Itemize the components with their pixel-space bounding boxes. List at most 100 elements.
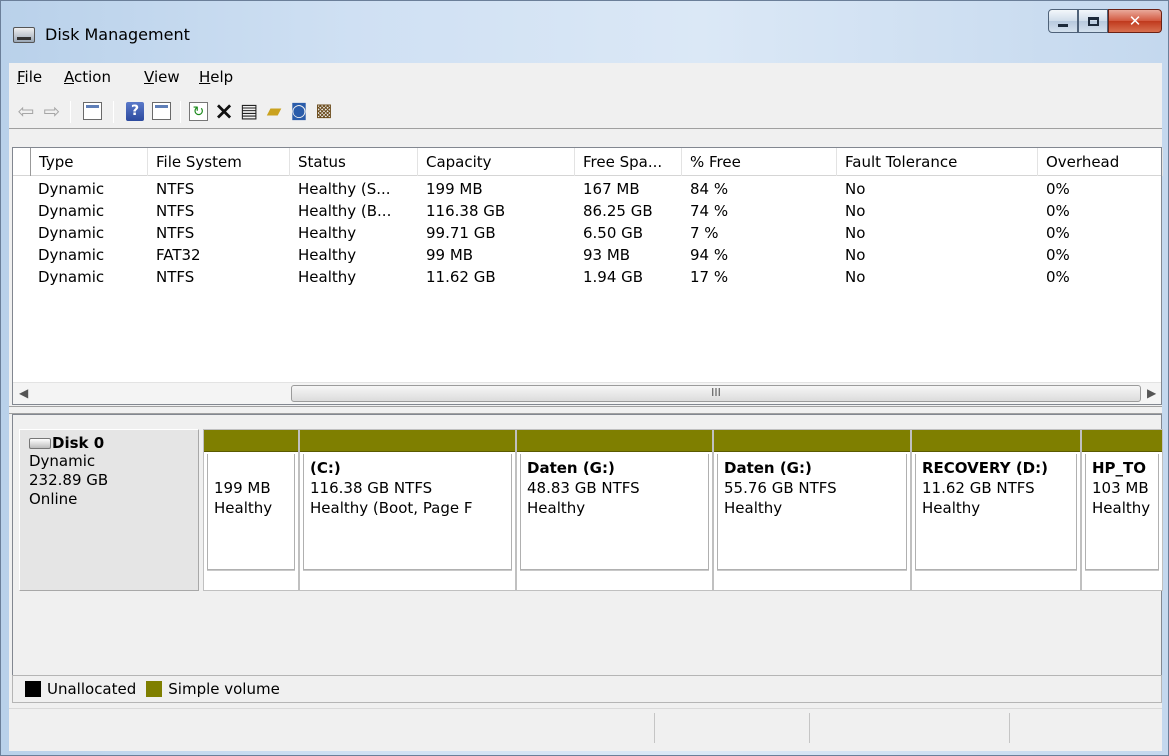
status-segment <box>1009 713 1010 743</box>
partition-block[interactable]: RECOVERY (D:) 11.62 GB NTFS Healthy <box>911 429 1081 591</box>
table-cell: 11.62 GB <box>426 268 496 286</box>
disk-0-info[interactable]: Disk 0 Dynamic 232.89 GB Online <box>19 429 199 591</box>
minimize-button[interactable] <box>1048 9 1078 33</box>
pane-splitter[interactable] <box>9 406 1162 414</box>
table-cell: 167 MB <box>583 180 640 198</box>
show-action-pane-icon[interactable] <box>152 102 171 120</box>
table-cell: 17 % <box>690 268 729 286</box>
partition-size: 103 MB <box>1092 479 1149 497</box>
simple-volume-bar <box>912 430 1080 452</box>
status-segment <box>809 713 810 743</box>
close-button[interactable]: ✕ <box>1108 9 1162 33</box>
table-cell: No <box>845 224 866 242</box>
legend: Unallocated Simple volume <box>12 675 1162 703</box>
table-cell: 7 % <box>690 224 719 242</box>
volume-list[interactable]: Type File System Status Capacity Free Sp… <box>12 147 1163 405</box>
partition-block[interactable]: HP_TO 103 MB Healthy <box>1081 429 1163 591</box>
menu-help[interactable]: Help <box>199 68 233 86</box>
refresh-icon[interactable]: ↻ <box>189 102 208 121</box>
partitions: 199 MB Healthy (C:) 116.38 GB NTFS Healthy (… <box>203 429 1163 591</box>
legend-item-simple-volume: Simple volume <box>146 680 280 698</box>
legend-label: Unallocated <box>47 680 137 698</box>
partition-footer <box>717 570 907 590</box>
status-bar <box>9 708 1162 746</box>
table-cell: 99 MB <box>426 246 474 264</box>
table-row[interactable]: Dynamic FAT32 Healthy 99 MB 93 MB 94 % No 0% <box>13 244 1161 266</box>
table-cell: 0% <box>1046 224 1070 242</box>
help-icon[interactable]: ? <box>126 102 144 121</box>
partition-footer <box>303 570 512 590</box>
column-header-free-space[interactable]: Free Spa... <box>575 148 682 176</box>
menu-view[interactable]: View <box>144 68 180 86</box>
table-cell: Healthy <box>298 268 357 286</box>
partition-status: Healthy (Boot, Page F <box>310 499 473 517</box>
maximize-icon <box>1087 16 1099 26</box>
open-icon[interactable]: ▰ <box>263 100 285 122</box>
table-row[interactable]: Dynamic NTFS Healthy 99.71 GB 6.50 GB 7 % No 0% <box>13 222 1161 244</box>
volume-list-header: Type File System Status Capacity Free Sp… <box>13 148 1163 176</box>
delete-icon[interactable]: × <box>213 99 235 123</box>
column-header-type[interactable]: Type <box>30 148 148 176</box>
partition-details: 199 MB Healthy <box>207 454 295 570</box>
simple-volume-bar <box>1082 430 1162 452</box>
partition-name: RECOVERY (D:) <box>922 459 1048 477</box>
forward-icon[interactable]: ⇨ <box>41 100 63 122</box>
disk-name: Disk 0 <box>52 434 105 452</box>
partition-footer <box>207 570 295 590</box>
table-row[interactable]: Dynamic NTFS Healthy (B... 116.38 GB 86.25 G… <box>13 200 1161 222</box>
table-cell: No <box>845 202 866 220</box>
legend-item-unallocated: Unallocated <box>25 680 136 698</box>
scroll-right-arrow-icon[interactable]: ▶ <box>1147 386 1156 400</box>
table-cell: 74 % <box>690 202 729 220</box>
column-header-fault-tolerance[interactable]: Fault Tolerance <box>837 148 1038 176</box>
table-cell: 199 MB <box>426 180 483 198</box>
unallocated-swatch <box>25 681 41 697</box>
table-cell: Dynamic <box>38 202 105 220</box>
table-row[interactable]: Dynamic NTFS Healthy 11.62 GB 1.94 GB 17 % No 0… <box>13 266 1161 288</box>
menu-bar: File Action View Help <box>9 63 1162 93</box>
partition-footer <box>915 570 1077 590</box>
column-header-overhead[interactable]: Overhead <box>1038 148 1163 176</box>
column-header-capacity[interactable]: Capacity <box>418 148 575 176</box>
partition-size: 116.38 GB NTFS <box>310 479 433 497</box>
toolbar-separator <box>113 101 114 123</box>
properties-icon[interactable]: ▤ <box>238 100 260 122</box>
table-cell: 0% <box>1046 180 1070 198</box>
back-icon[interactable]: ⇦ <box>15 100 37 122</box>
table-cell: No <box>845 180 866 198</box>
explore-icon[interactable]: ◙ <box>288 100 310 122</box>
partition-block[interactable]: Daten (G:) 55.76 GB NTFS Healthy <box>713 429 911 591</box>
table-cell: 116.38 GB <box>426 202 506 220</box>
simple-volume-bar <box>517 430 712 452</box>
horizontal-scrollbar[interactable]: ◀ III ▶ <box>13 382 1161 404</box>
toolbar-separator <box>180 101 181 123</box>
disk-size: 232.89 GB <box>29 471 109 489</box>
partition-status: Healthy <box>922 499 981 517</box>
simple-volume-bar <box>300 430 515 452</box>
table-cell: Healthy (S... <box>298 180 391 198</box>
menu-file[interactable]: File <box>17 68 42 86</box>
column-header-status[interactable]: Status <box>290 148 418 176</box>
menu-action[interactable]: Action <box>64 68 111 86</box>
partition-block[interactable]: Daten (G:) 48.83 GB NTFS Healthy <box>516 429 713 591</box>
partition-block[interactable]: 199 MB Healthy <box>203 429 299 591</box>
table-cell: Healthy (B... <box>298 202 392 220</box>
table-cell: Healthy <box>298 246 357 264</box>
simple-volume-bar <box>204 430 298 452</box>
partition-block[interactable]: (C:) 116.38 GB NTFS Healthy (Boot, Page F <box>299 429 516 591</box>
table-row[interactable]: Dynamic NTFS Healthy (S... 199 MB 167 MB 84 %… <box>13 178 1161 200</box>
minimize-icon <box>1058 23 1068 27</box>
title-bar[interactable]: Disk Management ✕ <box>1 1 1168 63</box>
toolbar-separator <box>70 101 71 123</box>
scroll-left-arrow-icon[interactable]: ◀ <box>19 386 28 400</box>
maximize-button[interactable] <box>1078 9 1108 33</box>
show-hide-console-tree-icon[interactable] <box>83 102 102 120</box>
column-header-file-system[interactable]: File System <box>148 148 290 176</box>
column-header-percent-free[interactable]: % Free <box>682 148 837 176</box>
rescan-disks-icon[interactable]: ▩ <box>313 100 335 122</box>
simple-volume-bar <box>714 430 910 452</box>
partition-footer <box>520 570 709 590</box>
scroll-thumb[interactable]: III <box>291 385 1141 402</box>
partition-details: Daten (G:) 55.76 GB NTFS Healthy <box>717 454 907 570</box>
table-cell: 0% <box>1046 202 1070 220</box>
